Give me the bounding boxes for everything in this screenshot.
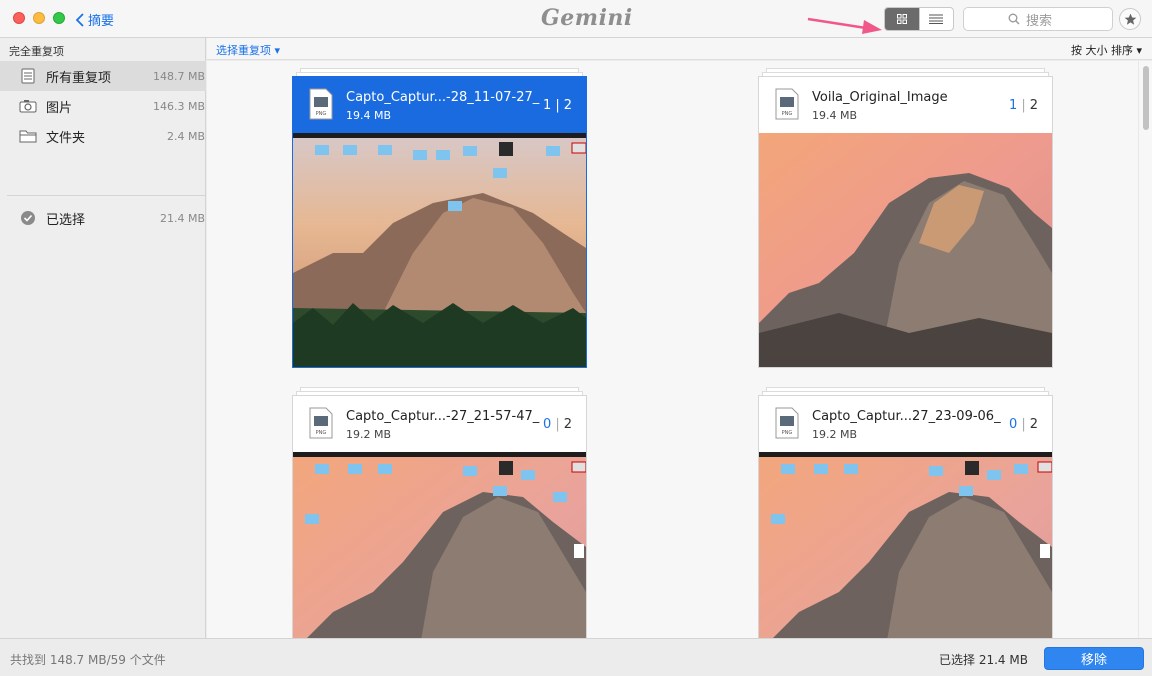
png-file-icon: PNG [309,88,333,120]
selection-count: 1 | 2 [543,98,572,113]
svg-text:PNG: PNG [782,430,793,436]
duplicate-card[interactable]: PNG Capto_Captur...27_23-09-06_ 19.2 MB … [758,387,1053,638]
back-to-summary-button[interactable]: 摘要 [76,10,114,29]
sidebar-item-size: 146.3 MB [152,99,205,113]
sidebar-item-label: 文件夹 [46,130,86,146]
search-icon [1008,13,1020,25]
selection-count: 1 | 2 [1009,98,1038,113]
list-icon [929,14,944,24]
grid-icon [896,14,907,24]
duplicate-card[interactable]: PNG Capto_Captur...-27_21-57-47_ 19.2 MB… [292,387,587,638]
sort-by-size-menu[interactable]: 按 大小 排序 ▾ [1071,42,1142,58]
file-name: Capto_Captur...-27_21-57-47_ [346,409,540,424]
photo-thumbnail[interactable] [759,133,1052,367]
window-minimize-button[interactable] [33,12,45,24]
card-frame: PNG Voila_Original_Image 19.4 MB 1 | 2 [758,76,1053,368]
search-field[interactable]: 搜索 [963,7,1113,31]
file-size: 19.2 MB [346,428,392,441]
card-frame: PNG Capto_Captur...-27_21-57-47_ 19.2 MB… [292,395,587,638]
svg-text:PNG: PNG [316,430,327,436]
card-frame: PNG Capto_Captur...-28_11-07-27_ 19.4 MB… [292,76,587,368]
favorite-button[interactable] [1119,8,1141,30]
check-circle-icon [21,211,35,225]
png-file-icon: PNG [309,407,333,439]
selection-count: 0 | 2 [1009,417,1038,432]
back-label: 摘要 [88,14,115,29]
duplicates-grid: PNG Capto_Captur...-28_11-07-27_ 19.4 MB… [207,61,1138,638]
duplicate-card[interactable]: PNG Capto_Captur...-28_11-07-27_ 19.4 MB… [292,68,587,368]
card-header: PNG Voila_Original_Image 19.4 MB 1 | 2 [759,77,1052,133]
list-view-button[interactable] [918,8,953,30]
file-name: Voila_Original_Image [812,90,948,105]
duplicate-card[interactable]: PNG Voila_Original_Image 19.4 MB 1 | 2 [758,68,1053,368]
remove-button[interactable]: 移除 [1044,647,1144,670]
select-duplicates-menu[interactable]: 选择重复项 ▾ [216,42,280,58]
scrollbar-thumb[interactable] [1143,66,1149,130]
sidebar-divider [7,195,205,196]
file-name: Capto_Captur...-28_11-07-27_ [346,90,540,105]
screenshot-thumbnail[interactable] [759,452,1052,638]
chevron-left-icon [76,12,84,27]
content-toolbar: 选择重复项 ▾ 按 大小 排序 ▾ [207,38,1152,60]
selected-total: 已选择 21.4 MB [939,653,1028,667]
camera-icon [19,100,37,113]
file-size: 19.4 MB [346,109,392,122]
sidebar-item-label: 已选择 [46,212,86,228]
card-header: PNG Capto_Captur...27_23-09-06_ 19.2 MB … [759,396,1052,452]
file-size: 19.2 MB [812,428,858,441]
selection-count: 0 | 2 [543,417,572,432]
sidebar-heading: 完全重复项 [9,45,64,58]
card-header: PNG Capto_Captur...-28_11-07-27_ 19.4 MB… [293,77,586,133]
card-header: PNG Capto_Captur...-27_21-57-47_ 19.2 MB… [293,396,586,452]
found-summary: 共找到 148.7 MB/59 个文件 [10,653,166,667]
png-file-icon: PNG [775,88,799,120]
sidebar-item-size: 2.4 MB [166,129,205,143]
star-icon [1124,13,1136,25]
file-size: 19.4 MB [812,109,858,122]
window-zoom-button[interactable] [53,12,65,24]
grid-view-button[interactable] [885,8,919,30]
status-bar: 共找到 148.7 MB/59 个文件 已选择 21.4 MB 移除 [0,638,1152,676]
sidebar-item-all-duplicates[interactable]: 所有重复项 148.7 MB [0,61,206,91]
sidebar: 完全重复项 所有重复项 148.7 MB 图片 146.3 MB 文件夹 2.4… [0,38,206,638]
title-bar: 摘要 Gemini 搜索 [0,0,1152,38]
search-placeholder: 搜索 [1026,13,1053,29]
sidebar-item-images[interactable]: 图片 146.3 MB [0,91,206,121]
sidebar-item-folders[interactable]: 文件夹 2.4 MB [0,121,206,151]
sidebar-item-size: 21.4 MB [159,211,205,225]
app-logo: Gemini [541,5,633,31]
annotation-arrow-icon [807,17,882,34]
window-close-button[interactable] [13,12,25,24]
stack-icon [21,68,35,84]
sidebar-item-size: 148.7 MB [152,69,205,83]
svg-text:PNG: PNG [316,111,327,117]
view-mode-toggle [884,7,954,31]
sidebar-item-label: 所有重复项 [46,70,112,86]
svg-text:PNG: PNG [782,111,793,117]
vertical-scrollbar[interactable] [1138,61,1152,638]
png-file-icon: PNG [775,407,799,439]
sidebar-item-selected[interactable]: 已选择 21.4 MB [0,203,206,233]
screenshot-thumbnail[interactable] [293,133,586,367]
sidebar-item-label: 图片 [46,100,73,116]
card-frame: PNG Capto_Captur...27_23-09-06_ 19.2 MB … [758,395,1053,638]
folder-icon [19,130,37,143]
file-name: Capto_Captur...27_23-09-06_ [812,409,1001,424]
screenshot-thumbnail[interactable] [293,452,586,638]
